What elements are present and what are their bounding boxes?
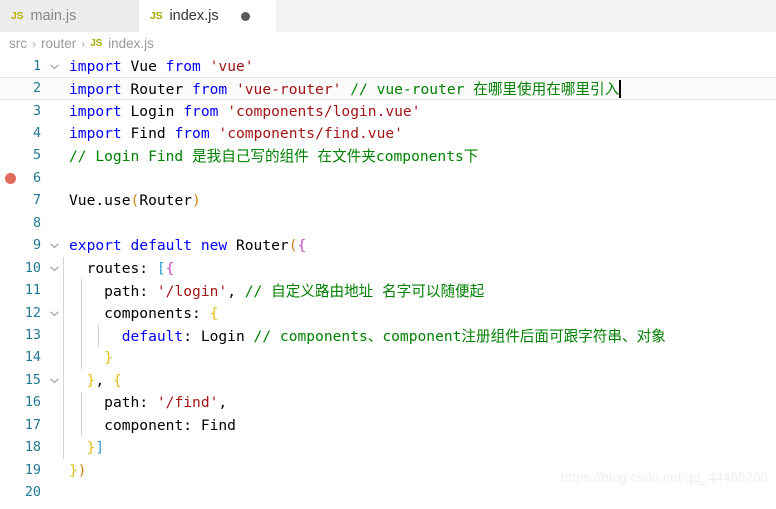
vscode-window: JS main.js JS index.js src › router › JS… — [0, 0, 776, 509]
indent-guide — [63, 301, 64, 325]
code-text: }] — [86, 439, 105, 457]
line-number: 3 — [32, 103, 41, 119]
js-file-icon: JS — [90, 38, 103, 49]
line-number: 19 — [24, 462, 41, 478]
code-line[interactable]: 3 import Login from 'components/login.vue… — [0, 100, 776, 122]
indent-guide — [63, 346, 64, 370]
code-line[interactable]: 9 export default new Router({ — [0, 235, 776, 257]
code-line[interactable]: 7 Vue.use(Router) — [0, 190, 776, 212]
indent-guide — [63, 279, 64, 302]
unsaved-dot-icon[interactable] — [240, 11, 250, 21]
fold-chevron-down-icon[interactable] — [46, 308, 63, 319]
line-number: 15 — [24, 372, 41, 388]
line-number: 5 — [32, 148, 41, 164]
fold-chevron-down-icon[interactable] — [46, 240, 63, 251]
line-number: 20 — [24, 485, 41, 501]
line-number: 14 — [24, 350, 41, 366]
code-line[interactable]: 12 components: { — [0, 301, 776, 325]
text-cursor — [619, 80, 622, 99]
fold-chevron-down-icon[interactable] — [46, 263, 63, 274]
indent-guide — [80, 301, 82, 325]
code-line[interactable]: 4 import Find from 'components/find.vue' — [0, 122, 776, 144]
code-line[interactable]: 10 routes: [{ — [0, 256, 776, 280]
fold-chevron-down-icon[interactable] — [46, 61, 63, 72]
code-line[interactable]: 13 default: Login // components、componen… — [0, 324, 776, 347]
indent-guide — [63, 256, 64, 280]
fold-chevron-down-icon[interactable] — [46, 375, 63, 386]
line-number: 11 — [24, 283, 41, 299]
breadcrumb: src › router › JS index.js — [0, 32, 776, 55]
code-line[interactable]: 2 import Router from 'vue-router' // vue-… — [0, 77, 776, 100]
line-number: 9 — [32, 238, 41, 254]
line-number: 4 — [32, 126, 41, 142]
editor-tab-bar: JS main.js JS index.js — [0, 0, 776, 32]
code-text: // Login Find 是我自己写的组件 在文件夹components下 — [69, 148, 479, 166]
code-line[interactable]: 17 component: Find — [0, 414, 776, 437]
code-text: component: Find — [104, 416, 236, 434]
code-text: routes: [{ — [86, 259, 175, 277]
code-line[interactable]: 6 — [0, 167, 776, 189]
code-text: default: Login // components、component注册… — [121, 327, 666, 345]
code-text: import Vue from 'vue' — [69, 57, 254, 75]
code-text: components: { — [104, 304, 219, 322]
indent-guide — [80, 324, 82, 347]
indent-guide — [63, 324, 64, 347]
tab-index-js[interactable]: JS index.js — [139, 0, 276, 32]
breadcrumb-item-src[interactable]: src — [9, 36, 27, 51]
line-number: 16 — [24, 395, 41, 411]
breakpoint-icon[interactable] — [5, 172, 16, 184]
tab-bar-empty-space — [276, 0, 776, 31]
line-number: 8 — [32, 215, 41, 231]
code-line[interactable]: 5 // Login Find 是我自己写的组件 在文件夹components下 — [0, 145, 776, 167]
code-line[interactable]: 15 }, { — [0, 369, 776, 392]
code-text: Vue.use(Router) — [69, 192, 201, 210]
js-file-icon: JS — [11, 10, 24, 22]
indent-guide — [80, 391, 82, 414]
line-number: 2 — [32, 81, 41, 97]
tab-label: index.js — [169, 8, 219, 24]
breadcrumb-item-router[interactable]: router — [41, 36, 76, 51]
indent-guide — [98, 324, 100, 347]
code-line[interactable]: 11 path: '/login', // 自定义路由地址 名字可以随便起 — [0, 279, 776, 302]
code-line[interactable]: 1 import Vue from 'vue' — [0, 55, 776, 77]
indent-guide — [63, 369, 64, 392]
line-number: 17 — [24, 417, 41, 433]
code-text: path: '/find', — [104, 394, 228, 412]
code-text: import Login from 'components/login.vue' — [69, 102, 421, 120]
line-number: 10 — [24, 260, 41, 276]
line-number: 1 — [32, 58, 41, 74]
line-number: 7 — [32, 193, 41, 209]
code-line[interactable]: 16 path: '/find', — [0, 391, 776, 414]
line-number: 13 — [24, 327, 41, 343]
js-file-icon: JS — [150, 10, 163, 22]
indent-guide — [63, 436, 64, 459]
code-text: import Router from 'vue-router' // vue-r… — [69, 80, 622, 99]
indent-guide — [80, 279, 82, 302]
indent-guide — [63, 414, 64, 437]
indent-guide — [63, 391, 64, 414]
code-editor[interactable]: 1 import Vue from 'vue' 2 import Router fro… — [0, 55, 776, 509]
code-line[interactable]: 18 }] — [0, 436, 776, 459]
watermark: https://blog.csdn.net/qq_44469200 — [560, 470, 768, 485]
chevron-right-icon: › — [81, 36, 86, 51]
code-text: export default new Router({ — [69, 237, 307, 255]
breadcrumb-item-file[interactable]: index.js — [108, 36, 154, 51]
indent-guide — [80, 346, 82, 370]
line-number: 12 — [24, 305, 41, 321]
code-text: } — [104, 349, 113, 367]
code-text: }, { — [86, 371, 122, 389]
tab-main-js[interactable]: JS main.js — [0, 0, 139, 32]
chevron-right-icon: › — [32, 36, 36, 51]
tab-label: main.js — [30, 8, 77, 24]
code-line[interactable]: 14 } — [0, 346, 776, 370]
code-text: import Find from 'components/find.vue' — [69, 125, 403, 143]
code-line[interactable]: 8 — [0, 212, 776, 234]
code-text: path: '/login', // 自定义路由地址 名字可以随便起 — [104, 283, 485, 301]
line-number: 18 — [24, 440, 41, 456]
indent-guide — [80, 414, 82, 437]
